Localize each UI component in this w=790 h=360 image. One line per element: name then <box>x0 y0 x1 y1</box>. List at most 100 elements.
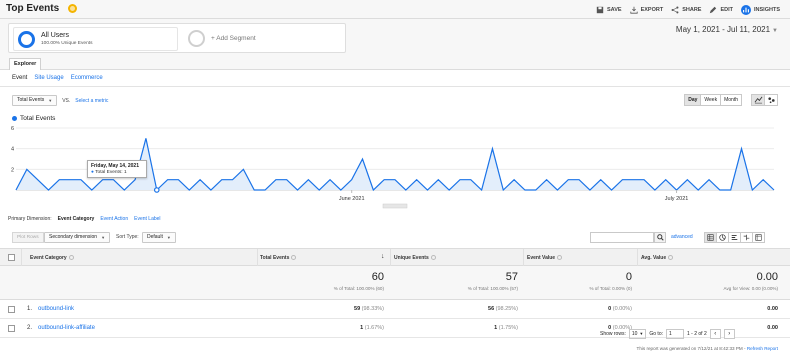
chart-resize-handle[interactable] <box>382 203 408 209</box>
explorer-subtabs: Event Site Usage Ecommerce <box>12 75 103 81</box>
chevron-right-icon: › <box>728 331 731 337</box>
search-button[interactable] <box>654 232 666 243</box>
row-unique-events: 56 (98.25%) <box>488 306 518 312</box>
chevron-left-icon: ‹ <box>714 331 717 337</box>
advanced-filter-link[interactable]: advanced <box>671 234 693 240</box>
plot-rows-button[interactable]: Plot Rows <box>12 232 44 243</box>
header-unique-events[interactable]: Unique Events <box>394 255 436 261</box>
metric-dropdown[interactable]: Total Events ▼ <box>12 95 58 106</box>
header-total-events[interactable]: Total Events <box>260 255 297 261</box>
primary-dimension-row: Primary Dimension: Event Category Event … <box>8 216 161 222</box>
save-icon <box>596 6 604 14</box>
chart-tooltip: Friday, May 14, 2021 ● Total Events: 1 <box>87 160 147 178</box>
chart-legend: Total Events <box>12 115 55 122</box>
metric-controls: Total Events ▼ VS. Select a metric <box>12 95 108 106</box>
pivot-view-button[interactable] <box>752 232 765 243</box>
help-icon <box>68 255 74 261</box>
avg-value-total-sub: Avg for View: 0.00 (0.00%) <box>723 286 778 291</box>
avg-value-total: 0.00 <box>756 271 778 283</box>
segment-all-users[interactable]: All Users 100.00% Unique Events <box>13 27 178 51</box>
header-event-value[interactable]: Event Value <box>527 255 563 261</box>
help-icon <box>291 255 297 261</box>
report-panel: Event Site Usage Ecommerce Total Events ▼… <box>0 70 790 360</box>
help-icon <box>668 255 674 261</box>
event-value-total: 0 <box>625 271 632 283</box>
sort-type-value: Default <box>147 234 163 240</box>
week-button[interactable]: Week <box>700 94 722 106</box>
sort-type-dropdown[interactable]: Default ▼ <box>142 232 176 243</box>
column-divider <box>390 249 391 267</box>
header-event-value-label: Event Value <box>527 255 556 261</box>
select-all-checkbox[interactable] <box>8 254 15 261</box>
subtab-event[interactable]: Event <box>12 75 27 81</box>
page-range: 1 - 2 of 2 <box>687 331 707 337</box>
unique-events-total-sub: % of Total: 100.00% (57) <box>467 286 518 291</box>
row-avg-value-value: 0.00 <box>767 306 778 312</box>
edit-button[interactable]: EDIT <box>709 6 733 14</box>
show-rows-value: 10 <box>631 331 638 337</box>
table-search-input[interactable] <box>590 232 654 243</box>
refresh-report-link[interactable]: Refresh Report <box>747 346 778 351</box>
search-icon <box>656 234 664 241</box>
date-range-picker[interactable]: May 1, 2021 - Jul 11, 2021 ▼ <box>676 25 778 34</box>
chevron-down-icon: ▼ <box>772 28 778 34</box>
column-divider <box>637 249 638 267</box>
dropdown-caret-icon: ▼ <box>166 235 171 240</box>
row-event-category-link[interactable]: outbound-link <box>38 306 74 312</box>
subtab-ecommerce[interactable]: Ecommerce <box>71 75 103 81</box>
column-divider <box>523 249 524 267</box>
legend-label: Total Events <box>20 115 56 122</box>
show-rows-select[interactable]: 10 ▼ <box>628 329 647 339</box>
dimension-event-action[interactable]: Event Action <box>100 216 128 222</box>
pivot-icon <box>755 234 762 241</box>
row-unique-events-value: 56 <box>488 306 495 312</box>
motion-chart-button[interactable] <box>764 94 778 106</box>
dimension-event-label[interactable]: Event Label <box>134 216 160 222</box>
y-tick-label: 6 <box>11 126 14 132</box>
row-checkbox[interactable] <box>8 325 15 332</box>
row-number: 1. <box>27 306 33 312</box>
goto-label: Go to: <box>649 331 663 337</box>
export-button[interactable]: EXPORT <box>629 6 663 14</box>
row-total-events-pct: (98.33%) <box>361 306 384 312</box>
date-range-text: May 1, 2021 - Jul 11, 2021 <box>675 25 771 34</box>
add-segment-button[interactable]: + Add Segment <box>184 27 342 51</box>
tab-explorer[interactable]: Explorer <box>9 58 42 70</box>
subtab-site-usage[interactable]: Site Usage <box>34 75 63 81</box>
next-page-button[interactable]: › <box>723 329 735 339</box>
help-icon <box>430 255 436 261</box>
save-button[interactable]: SAVE <box>596 6 622 14</box>
header-total-events-label: Total Events <box>260 255 290 261</box>
insights-button[interactable]: INSIGHTS <box>741 5 780 15</box>
prev-page-button[interactable]: ‹ <box>709 329 721 339</box>
dropdown-caret-icon: ▼ <box>48 98 53 103</box>
header-event-category[interactable]: Event Category <box>30 255 74 261</box>
line-chart-button[interactable] <box>751 94 765 106</box>
table-header: Event Category Total Events ↓ Unique Eve… <box>0 248 790 267</box>
hover-point[interactable] <box>153 187 160 193</box>
add-segment-label: + Add Segment <box>211 35 256 42</box>
share-icon <box>671 6 679 14</box>
grid-icon <box>707 234 714 241</box>
header-avg-value[interactable]: Avg. Value <box>641 255 674 261</box>
row-checkbox[interactable] <box>8 306 15 313</box>
x-tick-label: July 2021 <box>665 196 689 202</box>
dimension-event-category[interactable]: Event Category <box>58 216 95 222</box>
granularity-buttons: Day Week Month <box>684 94 742 106</box>
row-event-category-link[interactable]: outbound-link-affiliate <box>38 325 95 331</box>
verified-shield-icon <box>68 4 77 13</box>
goto-input[interactable]: 1 <box>666 329 684 339</box>
export-icon <box>629 6 638 14</box>
share-button[interactable]: SHARE <box>671 6 701 14</box>
column-divider <box>257 249 258 267</box>
month-button[interactable]: Month <box>720 94 742 106</box>
row-event-value: 0 (0.00%) <box>608 306 632 312</box>
table-toolbar: Plot Rows Secondary dimension ▼ Sort Type… <box>8 230 782 245</box>
select-metric-link[interactable]: Select a metric <box>75 98 108 104</box>
secondary-dimension-dropdown[interactable]: Secondary dimension ▼ <box>44 232 111 243</box>
day-button[interactable]: Day <box>684 94 702 106</box>
segment-subtitle: 100.00% Unique Events <box>41 41 93 46</box>
sort-descending-icon[interactable]: ↓ <box>381 253 385 260</box>
help-icon <box>557 255 563 261</box>
row-avg-value: 0.00 <box>767 325 778 331</box>
